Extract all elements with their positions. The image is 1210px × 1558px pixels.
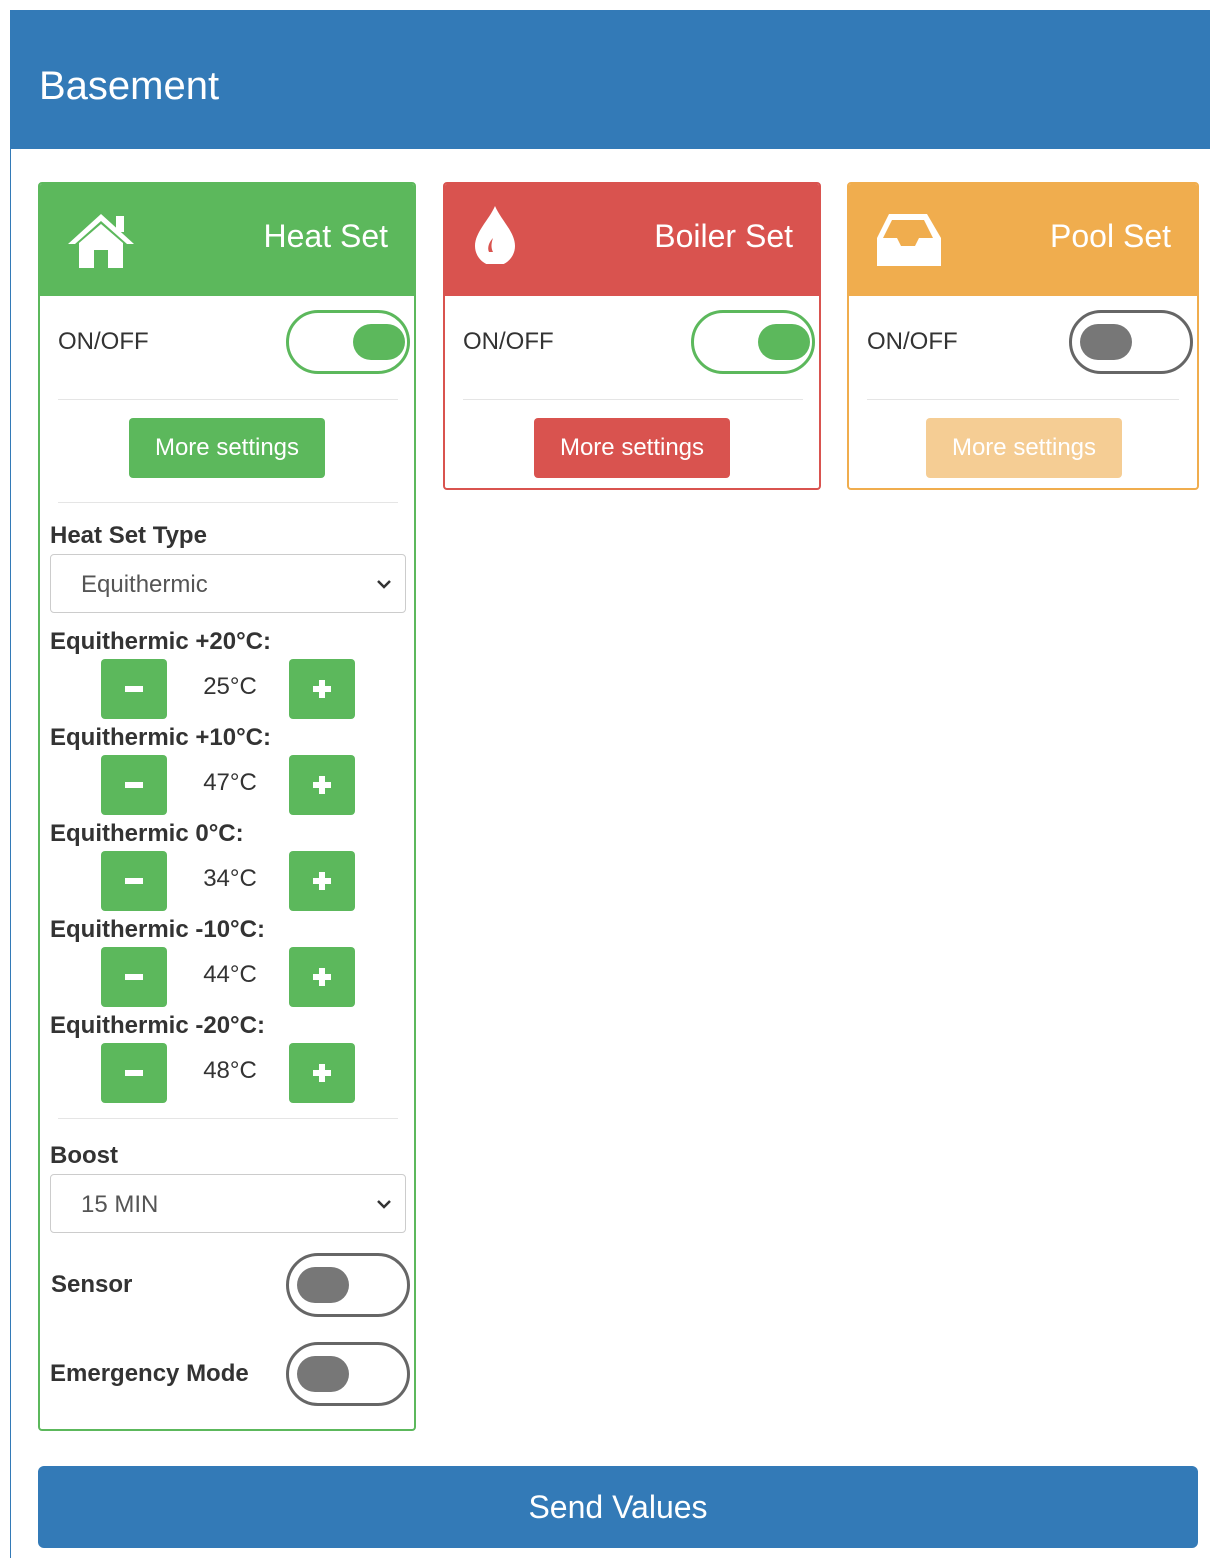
heat-onoff-label: ON/OFF (58, 328, 149, 355)
heat-onoff-toggle[interactable] (286, 310, 410, 374)
plus-icon (313, 680, 331, 698)
increase-button[interactable] (289, 851, 355, 911)
divider (58, 399, 398, 400)
plus-icon (313, 776, 331, 794)
decrease-button[interactable] (101, 755, 167, 815)
pool-set-card: Pool Set ON/OFF More settings (847, 182, 1199, 490)
plus-icon (313, 1064, 331, 1082)
pool-more-settings-button[interactable]: More settings (926, 418, 1122, 478)
pool-onoff-toggle[interactable] (1069, 310, 1193, 374)
minus-icon (125, 782, 143, 788)
panel-title: Basement (39, 64, 220, 108)
toggle-knob (353, 324, 405, 360)
increase-button[interactable] (289, 1043, 355, 1103)
sensor-toggle[interactable] (286, 1253, 410, 1317)
decrease-button[interactable] (101, 851, 167, 911)
chevron-down-icon (377, 1200, 391, 1209)
sensor-label: Sensor (51, 1271, 133, 1298)
equithermic-label: Equithermic -20°C: (50, 1012, 265, 1039)
heat-set-type-select[interactable]: Equithermic (50, 554, 406, 613)
pool-onoff-label: ON/OFF (867, 328, 958, 355)
inbox-icon (877, 214, 941, 266)
minus-icon (125, 878, 143, 884)
equithermic-label: Equithermic +10°C: (50, 724, 271, 751)
pool-set-header: Pool Set (849, 184, 1197, 296)
decrease-button[interactable] (101, 947, 167, 1007)
increase-button[interactable] (289, 947, 355, 1007)
decrease-button[interactable] (101, 659, 167, 719)
heat-set-type-value: Equithermic (81, 571, 208, 598)
equithermic-value: 34°C (203, 865, 257, 892)
boiler-set-card: Boiler Set ON/OFF More settings (443, 182, 821, 490)
divider (867, 399, 1179, 400)
heat-set-card: Heat Set ON/OFF More settings Heat Set T… (38, 182, 416, 1431)
boost-label: Boost (50, 1142, 118, 1169)
plus-icon (313, 872, 331, 890)
toggle-knob (758, 324, 810, 360)
boost-value: 15 MIN (81, 1191, 159, 1218)
emergency-mode-toggle[interactable] (286, 1342, 410, 1406)
heat-set-type-label: Heat Set Type (50, 522, 207, 549)
equithermic-value: 48°C (203, 1057, 257, 1084)
boiler-set-header: Boiler Set (445, 184, 819, 296)
chevron-down-icon (377, 580, 391, 589)
minus-icon (125, 974, 143, 980)
heat-more-settings-button[interactable]: More settings (129, 418, 325, 478)
divider (58, 1118, 398, 1119)
toggle-knob (1080, 324, 1132, 360)
boost-select[interactable]: 15 MIN (50, 1174, 406, 1233)
divider (58, 502, 398, 503)
plus-icon (313, 968, 331, 986)
equithermic-value: 25°C (203, 673, 257, 700)
minus-icon (125, 686, 143, 692)
minus-icon (125, 1070, 143, 1076)
emergency-mode-label: Emergency Mode (50, 1360, 249, 1387)
increase-button[interactable] (289, 755, 355, 815)
equithermic-label: Equithermic 0°C: (50, 820, 244, 847)
boiler-set-title: Boiler Set (654, 218, 793, 254)
divider (463, 399, 803, 400)
equithermic-value: 44°C (203, 961, 257, 988)
increase-button[interactable] (289, 659, 355, 719)
send-values-button[interactable]: Send Values (38, 1466, 1198, 1548)
panel-header: Basement (11, 10, 1210, 149)
heat-set-header: Heat Set (40, 184, 414, 296)
home-icon (68, 214, 134, 268)
toggle-knob (297, 1267, 349, 1303)
drop-icon (475, 206, 515, 264)
pool-set-title: Pool Set (1050, 218, 1171, 254)
boiler-onoff-toggle[interactable] (691, 310, 815, 374)
equithermic-label: Equithermic +20°C: (50, 628, 271, 655)
boiler-onoff-label: ON/OFF (463, 328, 554, 355)
equithermic-value: 47°C (203, 769, 257, 796)
heat-set-title: Heat Set (263, 218, 388, 254)
boiler-more-settings-button[interactable]: More settings (534, 418, 730, 478)
toggle-knob (297, 1356, 349, 1392)
decrease-button[interactable] (101, 1043, 167, 1103)
equithermic-label: Equithermic -10°C: (50, 916, 265, 943)
